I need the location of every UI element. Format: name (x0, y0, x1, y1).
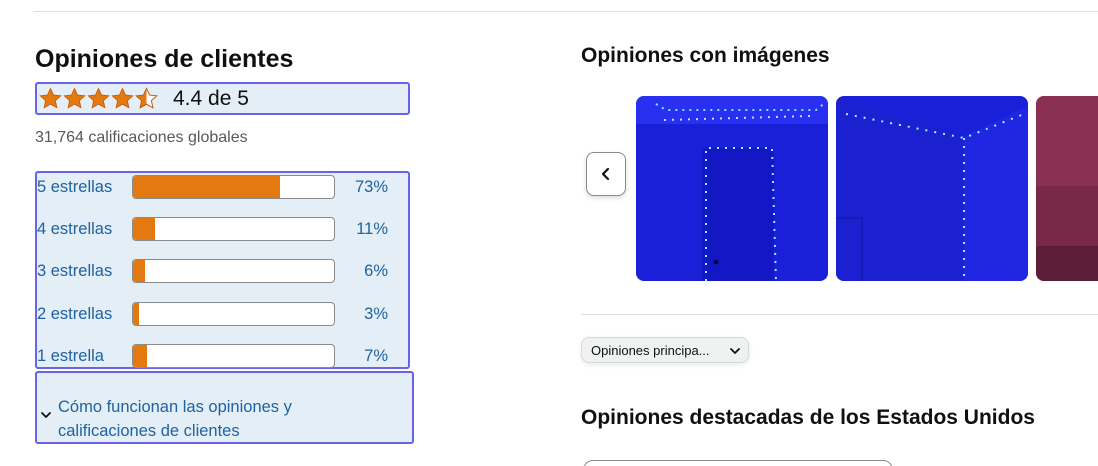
histogram-percent[interactable]: 73% (355, 178, 388, 197)
histogram-percent[interactable]: 7% (364, 347, 388, 366)
review-image-thumbnail[interactable] (636, 96, 828, 281)
histogram-label[interactable]: 2 estrellas (37, 305, 112, 324)
star-rating (39, 87, 159, 110)
review-photo-blue-room-door (636, 96, 828, 281)
histogram-label[interactable]: 5 estrellas (37, 178, 112, 197)
review-filter-pill[interactable] (583, 460, 893, 466)
histogram-row[interactable]: 1 estrella 7% (37, 343, 408, 369)
featured-reviews-heading: Opiniones destacadas de los Estados Unid… (581, 406, 1035, 429)
histogram-row[interactable]: 4 estrellas 11% (37, 216, 408, 242)
histogram-bar-fill (133, 260, 146, 282)
histogram-label[interactable]: 1 estrella (37, 347, 104, 366)
histogram-bar-fill (133, 176, 280, 198)
sort-selected-value: Opiniones principa... (591, 342, 710, 358)
histogram-bar[interactable] (132, 344, 335, 368)
chevron-down-icon (730, 348, 740, 354)
star-icon (111, 87, 134, 109)
rating-text: 4.4 de 5 (173, 86, 249, 110)
histogram-bar-fill (133, 218, 156, 240)
review-image-thumbnail[interactable] (1036, 96, 1098, 281)
half-star-icon (135, 87, 158, 109)
histogram-percent[interactable]: 6% (364, 262, 388, 281)
rating-histogram: 5 estrellas 73% 4 estrellas 11% 3 estrel… (35, 171, 410, 369)
section-divider (581, 314, 1098, 315)
histogram-bar[interactable] (132, 302, 335, 326)
histogram-percent[interactable]: 3% (364, 305, 388, 324)
histogram-bar[interactable] (132, 175, 335, 199)
how-reviews-work-link[interactable]: Cómo funcionan las opiniones y calificac… (58, 395, 358, 443)
how-reviews-work-expander[interactable]: Cómo funcionan las opiniones y calificac… (35, 371, 414, 444)
sort-reviews-dropdown[interactable]: Opiniones principa... (581, 337, 749, 363)
chevron-down-icon (41, 412, 51, 418)
star-icon (87, 87, 110, 109)
average-rating[interactable]: 4.4 de 5 (35, 82, 410, 115)
review-image-thumbnail[interactable] (836, 96, 1028, 281)
top-divider (34, 11, 1098, 12)
histogram-row[interactable]: 2 estrellas 3% (37, 301, 408, 327)
histogram-bar[interactable] (132, 259, 335, 283)
histogram-row[interactable]: 5 estrellas 73% (37, 174, 408, 200)
histogram-percent[interactable]: 11% (356, 220, 388, 239)
chevron-left-icon (601, 167, 610, 181)
total-ratings: 31,764 calificaciones globales (35, 129, 248, 146)
review-photo-blue-room-corner (836, 96, 1028, 281)
histogram-row[interactable]: 3 estrellas 6% (37, 258, 408, 284)
histogram-bar[interactable] (132, 217, 335, 241)
star-icon (63, 87, 86, 109)
histogram-bar-fill (133, 303, 140, 325)
star-icon (39, 87, 62, 109)
reviews-heading: Opiniones de clientes (35, 45, 294, 73)
histogram-label[interactable]: 3 estrellas (37, 262, 112, 281)
histogram-bar-fill (133, 345, 148, 367)
images-section-heading: Opiniones con imágenes (581, 44, 830, 67)
review-photo-partial (1036, 96, 1098, 281)
histogram-label[interactable]: 4 estrellas (37, 220, 112, 239)
carousel-previous-button[interactable] (586, 152, 626, 196)
